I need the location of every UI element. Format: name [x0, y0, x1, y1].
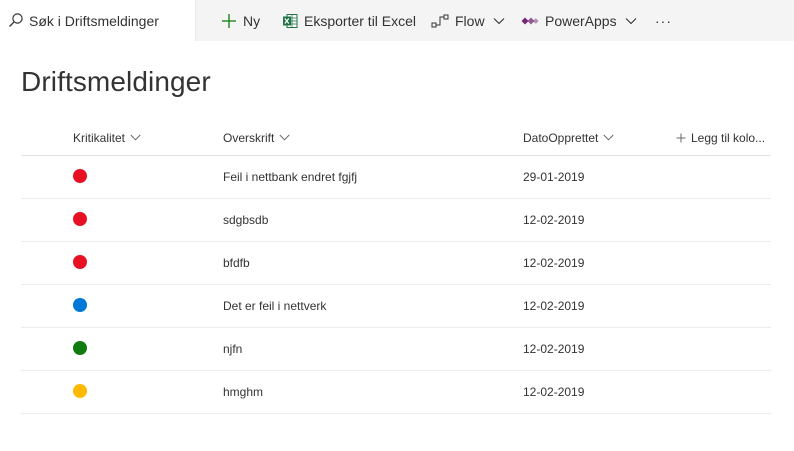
- flow-icon: [431, 14, 449, 27]
- table-row[interactable]: sdgbsdb 12-02-2019: [21, 199, 771, 242]
- item-date: 12-02-2019: [523, 385, 585, 399]
- criticality-indicator: [73, 341, 87, 355]
- chevron-down-icon: [279, 134, 290, 141]
- item-date: 12-02-2019: [523, 213, 585, 227]
- table-row[interactable]: Det er feil i nettverk 12-02-2019: [21, 285, 771, 328]
- column-header-label: Kritikalitet: [73, 130, 126, 145]
- chevron-down-icon: [603, 134, 614, 141]
- export-excel-label: Eksporter til Excel: [304, 12, 417, 29]
- column-header-label: DatoOpprettet: [523, 130, 599, 145]
- item-title-link[interactable]: bfdfb: [223, 242, 250, 284]
- column-header-kritikalitet[interactable]: Kritikalitet: [73, 120, 141, 155]
- page-title: Driftsmeldinger: [21, 66, 211, 97]
- item-date: 29-01-2019: [523, 170, 585, 184]
- command-bar: Ny Eksporter til Excel Flow P: [0, 0, 794, 41]
- excel-icon: [283, 13, 298, 28]
- new-button-label: Ny: [243, 12, 261, 29]
- criticality-indicator: [73, 255, 87, 269]
- search-input[interactable]: [29, 10, 189, 32]
- list-view: Kritikalitet Overskrift DatoOpprettet Le…: [21, 120, 771, 414]
- plus-icon: [222, 13, 236, 28]
- powerapps-icon: [521, 17, 539, 24]
- export-excel-button[interactable]: Eksporter til Excel: [282, 0, 416, 41]
- search-icon: [9, 13, 23, 27]
- table-row[interactable]: bfdfb 12-02-2019: [21, 242, 771, 285]
- table-row[interactable]: Feil i nettbank endret fgjfj 29-01-2019: [21, 156, 771, 199]
- new-button[interactable]: Ny: [221, 0, 260, 41]
- item-title-link[interactable]: njfn: [223, 328, 242, 370]
- list-header: Kritikalitet Overskrift DatoOpprettet Le…: [21, 120, 771, 156]
- more-options-button[interactable]: ···: [655, 0, 672, 41]
- item-date: 12-02-2019: [523, 342, 585, 356]
- add-column-label: Legg til kolo...: [691, 130, 766, 145]
- add-column-button[interactable]: Legg til kolo...: [676, 120, 765, 155]
- item-title-link[interactable]: hmghm: [223, 371, 263, 413]
- chevron-down-icon: [493, 17, 504, 24]
- plus-icon: [676, 133, 686, 142]
- item-date: 12-02-2019: [523, 256, 585, 270]
- column-header-overskrift[interactable]: Overskrift: [223, 120, 290, 155]
- more-icon: ···: [655, 12, 672, 29]
- column-header-datoopprettet[interactable]: DatoOpprettet: [523, 120, 614, 155]
- criticality-indicator: [73, 384, 87, 398]
- powerapps-menu[interactable]: PowerApps: [521, 0, 637, 41]
- item-title-link[interactable]: Det er feil i nettverk: [223, 285, 326, 327]
- flow-label: Flow: [455, 12, 485, 29]
- table-row[interactable]: hmghm 12-02-2019: [21, 371, 771, 414]
- table-row[interactable]: njfn 12-02-2019: [21, 328, 771, 371]
- item-date: 12-02-2019: [523, 299, 585, 313]
- chevron-down-icon: [130, 134, 141, 141]
- powerapps-label: PowerApps: [545, 12, 617, 29]
- flow-menu[interactable]: Flow: [431, 0, 505, 41]
- column-header-label: Overskrift: [223, 130, 275, 145]
- criticality-indicator: [73, 212, 87, 226]
- criticality-indicator: [73, 169, 87, 183]
- item-title-link[interactable]: Feil i nettbank endret fgjfj: [223, 156, 357, 198]
- chevron-down-icon: [625, 17, 636, 24]
- criticality-indicator: [73, 298, 87, 312]
- search-box[interactable]: [0, 0, 196, 41]
- item-title-link[interactable]: sdgbsdb: [223, 199, 268, 241]
